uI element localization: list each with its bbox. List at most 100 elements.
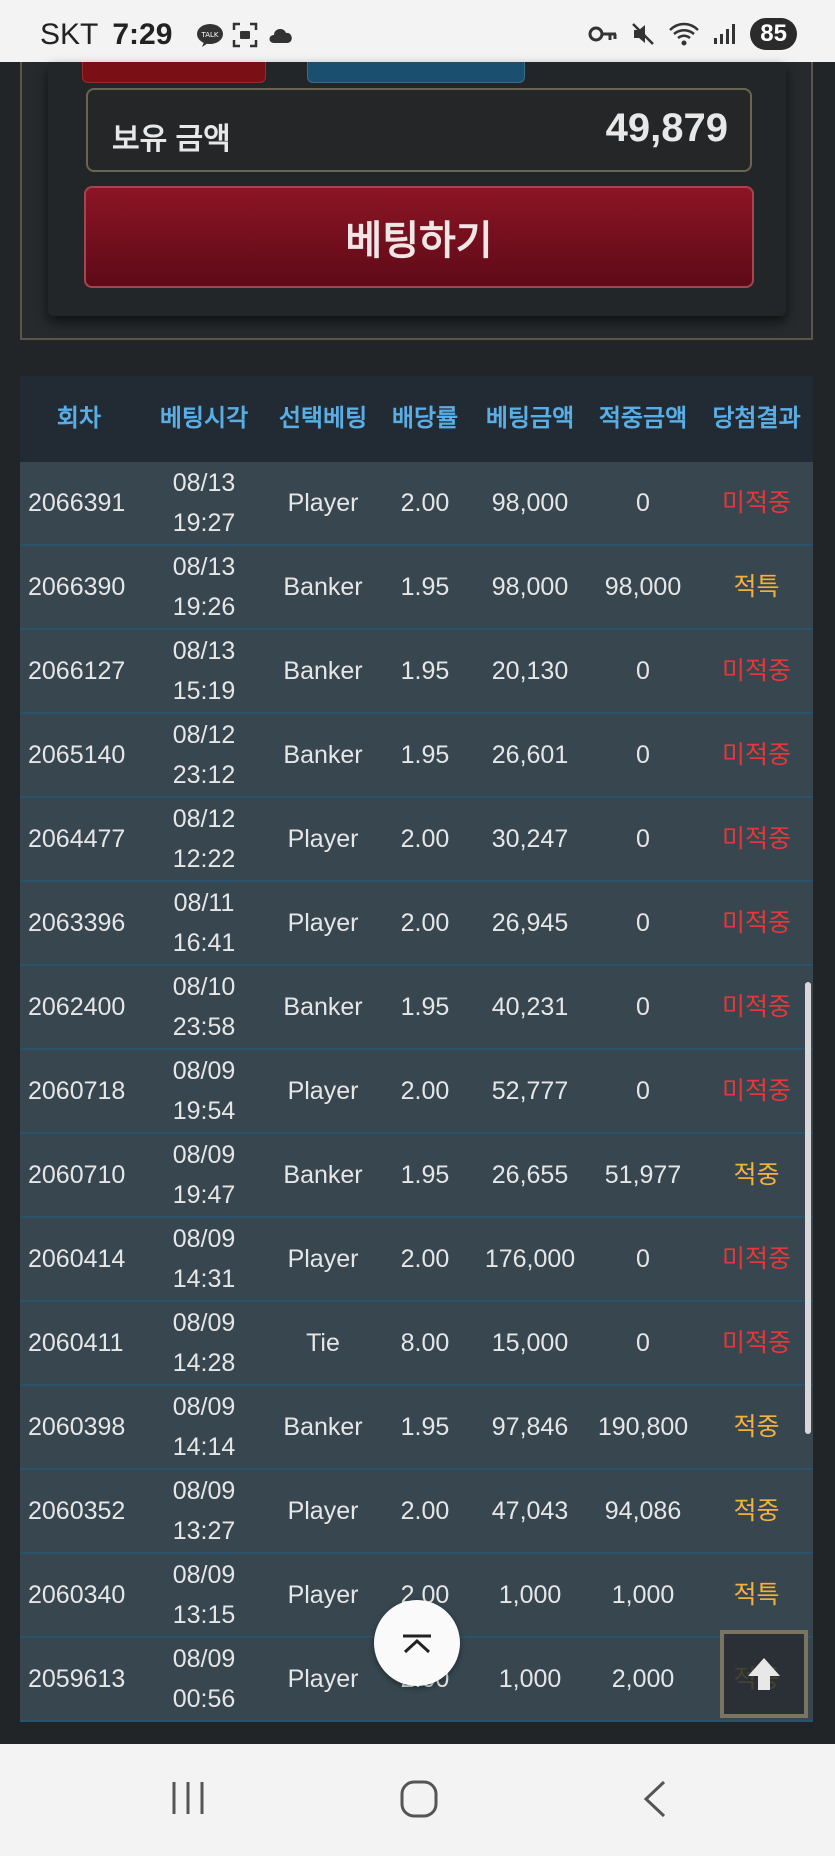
round-cell: 2059613 [28,1665,126,1693]
result-cell: 미적중 [721,1245,791,1273]
bet-history-table: 회차 베팅시각 선택베팅 배당률 베팅금액 적중금액 당첨결과 2066391 0… [20,376,813,1722]
back-icon[interactable] [640,1778,670,1820]
win-amount-cell: 0 [636,1245,650,1273]
scrollbar[interactable] [805,982,811,1434]
svg-text:TALK: TALK [201,31,219,39]
bet-time-cell: 08/09 14:31 [138,1219,270,1299]
odds-cell: 1.95 [400,1413,450,1441]
scroll-to-top-button[interactable] [374,1600,460,1686]
header-bet-amount: 베팅금액 [485,405,575,432]
result-cell: 적중 [733,1413,780,1441]
bet-time: 12:22 [172,845,236,873]
pick-cell: Player [287,489,359,517]
place-bet-button[interactable]: 베팅하기 [84,186,754,288]
table-row: 2060710 08/09 19:47 Banker 1.95 26,655 51,977 적… [20,1134,813,1218]
bet-date: 08/12 [172,805,236,833]
header-pick: 선택베팅 [278,405,368,432]
bet-time-cell: 08/13 19:26 [138,547,270,627]
red-option-button[interactable] [82,62,266,83]
bet-date: 08/09 [172,1561,236,1589]
bet-amount-cell: 47,043 [491,1497,569,1525]
bet-time: 13:27 [172,1517,236,1545]
bet-time: 23:58 [172,1013,236,1041]
bet-time-cell: 08/13 15:19 [138,631,270,711]
bet-date: 08/09 [172,1645,236,1673]
chevron-up-icon [403,1634,431,1654]
odds-cell: 1.95 [400,741,450,769]
status-right: 85 [588,18,797,50]
header-round: 회차 [56,405,102,432]
odds-cell: 1.95 [400,993,450,1021]
table-row: 2066391 08/13 19:27 Player 2.00 98,000 0 미적중 [20,462,813,546]
result-cell: 미적중 [721,825,791,853]
bet-time-cell: 08/09 00:56 [138,1639,270,1719]
bet-amount-cell: 40,231 [491,993,569,1021]
result-cell: 적중 [733,1161,780,1189]
blue-option-button[interactable] [307,62,525,83]
win-amount-cell: 94,086 [604,1497,682,1525]
win-amount-cell: 0 [636,1077,650,1105]
bet-time: 14:28 [172,1349,236,1377]
round-cell: 2060414 [28,1245,126,1273]
win-amount-cell: 1,000 [611,1581,675,1609]
round-cell: 2065140 [28,741,126,769]
odds-cell: 2.00 [400,489,450,517]
table-row: 2060398 08/09 14:14 Banker 1.95 97,846 190,800… [20,1386,813,1470]
win-amount-cell: 98,000 [604,573,682,601]
header-result: 당첨결과 [712,405,801,432]
win-amount-cell: 2,000 [611,1665,675,1693]
pick-cell: Player [287,1077,359,1105]
round-cell: 2060398 [28,1413,126,1441]
win-amount-cell: 51,977 [604,1161,682,1189]
round-cell: 2060411 [28,1329,124,1357]
result-cell: 미적중 [721,1077,791,1105]
odds-cell: 1.95 [400,657,450,685]
bet-time-cell: 08/09 19:54 [138,1051,270,1131]
bet-amount-cell: 98,000 [491,573,569,601]
go-top-button[interactable] [720,1630,808,1718]
pick-cell: Player [287,909,359,937]
odds-cell: 2.00 [400,909,450,937]
bet-date: 08/09 [172,1141,236,1169]
bet-time-cell: 08/09 13:15 [138,1555,270,1635]
bet-amount-cell: 20,130 [491,657,569,685]
bet-time: 19:27 [172,509,236,537]
notification-icons: TALK [196,22,296,48]
win-amount-cell: 0 [636,657,650,685]
table-row: 2066127 08/13 15:19 Banker 1.95 20,130 0 미적중 [20,630,813,714]
bet-amount-cell: 98,000 [491,489,569,517]
home-icon[interactable] [398,1778,440,1820]
table-body: 2066391 08/13 19:27 Player 2.00 98,000 0 미적중 206… [20,462,813,1722]
header-bet-time: 베팅시각 [159,405,249,432]
vpn-key-icon [588,26,617,42]
pick-cell: Banker [283,741,363,769]
result-cell: 미적중 [721,909,791,937]
odds-cell: 2.00 [400,825,450,853]
odds-cell: 8.00 [400,1329,450,1357]
pick-cell: Banker [283,993,363,1021]
bet-time-cell: 08/12 12:22 [138,799,270,879]
arrow-up-icon [748,1658,780,1690]
bet-time: 19:47 [172,1181,236,1209]
round-cell: 2064477 [28,825,126,853]
bet-time-cell: 08/09 14:28 [138,1303,270,1383]
bet-date: 08/13 [172,637,236,665]
pick-cell: Tie [306,1329,340,1357]
recent-apps-icon[interactable] [168,1778,208,1818]
round-cell: 2066391 [28,489,126,517]
odds-cell: 1.95 [400,1161,450,1189]
status-left: SKT 7:29 TALK [40,18,296,52]
result-cell: 미적중 [721,489,791,517]
result-cell: 미적중 [721,1329,791,1357]
pick-cell: Player [287,1581,359,1609]
odds-cell: 2.00 [400,1497,450,1525]
battery-level: 85 [750,18,797,50]
bet-amount-cell: 26,601 [491,741,569,769]
cloud-icon [269,29,293,43]
odds-cell: 2.00 [400,1245,450,1273]
win-amount-cell: 0 [636,993,650,1021]
kakaotalk-icon: TALK [197,24,224,47]
bet-amount-cell: 30,247 [491,825,569,853]
pick-cell: Player [287,825,359,853]
table-row: 2060411 08/09 14:28 Tie 8.00 15,000 0 미적중 [20,1302,813,1386]
